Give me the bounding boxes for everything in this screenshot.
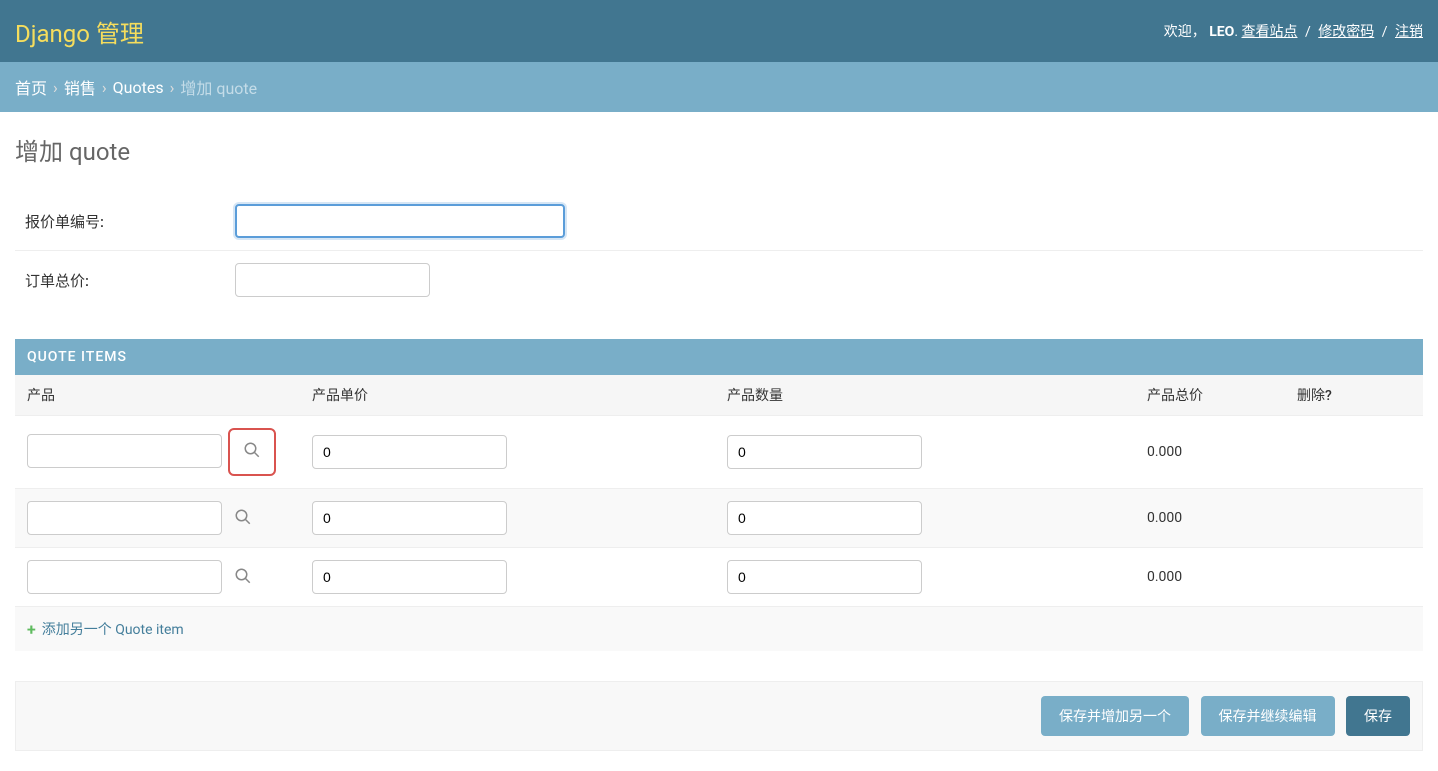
lookup-button[interactable] — [228, 428, 276, 476]
order-total-label: 订单总价: — [25, 270, 235, 291]
header: Django 管理 欢迎， LEO. 查看站点 / 修改密码 / 注销 — [0, 0, 1438, 62]
unit-price-input[interactable] — [312, 501, 507, 535]
breadcrumb-model[interactable]: Quotes — [113, 78, 164, 97]
add-row: + 添加另一个 Quote item — [15, 607, 1423, 651]
table-row: 0.000 — [15, 489, 1423, 548]
logout-link[interactable]: 注销 — [1395, 24, 1423, 40]
unit-price-input[interactable] — [312, 435, 507, 469]
breadcrumb: 首页 › 销售 › Quotes › 增加 quote — [0, 62, 1438, 112]
lookup-button[interactable] — [228, 504, 258, 534]
order-total-input[interactable] — [235, 263, 430, 297]
username: LEO — [1209, 24, 1234, 40]
product-input[interactable] — [27, 434, 222, 468]
inline-quote-items: QUOTE ITEMS 产品 产品单价 产品数量 产品总价 删除? 0.000 0… — [15, 339, 1423, 651]
total-value: 0.000 — [1147, 569, 1182, 585]
save-button[interactable]: 保存 — [1346, 696, 1410, 736]
search-icon — [234, 567, 252, 589]
breadcrumb-home[interactable]: 首页 — [15, 75, 47, 99]
col-header-qty: 产品数量 — [715, 375, 1135, 416]
quote-number-label: 报价单编号: — [25, 211, 235, 232]
change-password-link[interactable]: 修改密码 — [1318, 24, 1374, 40]
submit-row: 保存并增加另一个 保存并继续编辑 保存 — [15, 681, 1423, 751]
add-another-label: 添加另一个 Quote item — [42, 619, 184, 639]
view-site-link[interactable]: 查看站点 — [1242, 24, 1298, 40]
content-area: 增加 quote 报价单编号: 订单总价: QUOTE ITEMS 产品 产品单… — [0, 112, 1438, 771]
inline-heading: QUOTE ITEMS — [15, 339, 1423, 375]
field-row-order-total: 订单总价: — [15, 251, 1423, 309]
inline-table: 产品 产品单价 产品数量 产品总价 删除? 0.000 0.000 0.000 — [15, 375, 1423, 607]
search-icon — [243, 441, 261, 463]
plus-icon: + — [27, 620, 36, 639]
save-add-another-button[interactable]: 保存并增加另一个 — [1041, 696, 1189, 736]
brand-title: Django 管理 — [15, 14, 144, 49]
col-header-unit-price: 产品单价 — [300, 375, 715, 416]
product-input[interactable] — [27, 501, 222, 535]
quote-number-input[interactable] — [235, 204, 565, 238]
qty-input[interactable] — [727, 501, 922, 535]
lookup-button[interactable] — [228, 563, 258, 593]
col-header-delete: 删除? — [1285, 375, 1423, 416]
total-value: 0.000 — [1147, 510, 1182, 526]
welcome-text: 欢迎， — [1164, 24, 1206, 40]
table-row: 0.000 — [15, 416, 1423, 489]
save-continue-button[interactable]: 保存并继续编辑 — [1201, 696, 1335, 736]
field-row-quote-number: 报价单编号: — [15, 192, 1423, 251]
total-value: 0.000 — [1147, 444, 1182, 460]
table-row: 0.000 — [15, 548, 1423, 607]
qty-input[interactable] — [727, 560, 922, 594]
breadcrumb-current: 增加 quote — [180, 75, 257, 99]
search-icon — [234, 508, 252, 530]
page-title: 增加 quote — [15, 132, 1423, 167]
add-another-link[interactable]: + 添加另一个 Quote item — [27, 619, 184, 639]
main-form: 报价单编号: 订单总价: — [15, 192, 1423, 309]
col-header-total: 产品总价 — [1135, 375, 1285, 416]
product-input[interactable] — [27, 560, 222, 594]
unit-price-input[interactable] — [312, 560, 507, 594]
breadcrumb-app[interactable]: 销售 — [64, 75, 96, 99]
qty-input[interactable] — [727, 435, 922, 469]
user-tools: 欢迎， LEO. 查看站点 / 修改密码 / 注销 — [1164, 21, 1423, 41]
col-header-product: 产品 — [15, 375, 300, 416]
